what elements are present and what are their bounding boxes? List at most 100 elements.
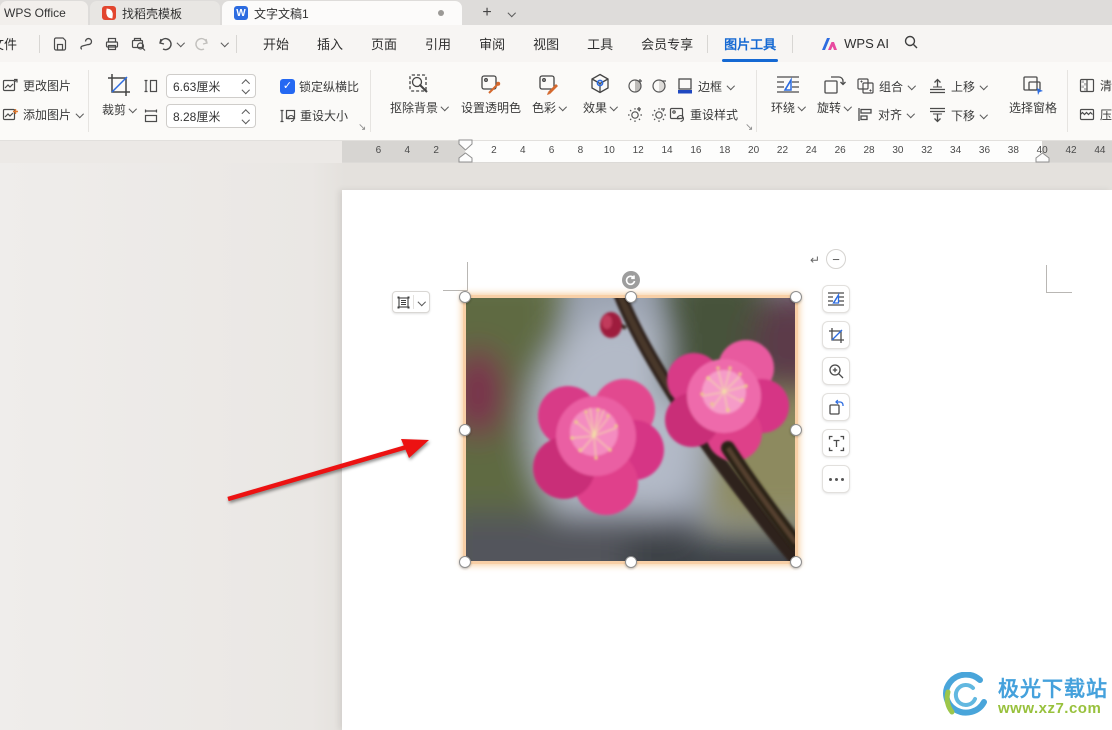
remove-background-button[interactable]: 抠除背景: [383, 72, 455, 116]
print-icon[interactable]: [104, 36, 120, 52]
crop-chevron[interactable]: [128, 106, 136, 114]
wrap-label: 环绕: [770, 101, 795, 115]
menu-tools[interactable]: 工具: [587, 34, 613, 53]
width-input[interactable]: 8.28厘米: [166, 104, 256, 128]
move-up-button[interactable]: 上移: [928, 77, 987, 95]
menu-membership[interactable]: 会员专享: [641, 34, 693, 53]
increase-brightness-icon[interactable]: [626, 105, 644, 126]
resize-handle-middle-right[interactable]: [790, 423, 802, 436]
resize-handle-top-left[interactable]: [459, 291, 471, 303]
rotate-quick-button[interactable]: [822, 393, 850, 421]
export-pdf-icon[interactable]: [78, 36, 94, 52]
move-down-button[interactable]: 下移: [928, 106, 987, 124]
height-input[interactable]: 6.63厘米: [166, 74, 256, 98]
height-step-up[interactable]: [241, 78, 249, 86]
rotate-button[interactable]: 旋转: [812, 74, 856, 116]
menu-picture-tools-active[interactable]: 图片工具: [722, 25, 779, 62]
move-up-chevron[interactable]: [979, 82, 987, 90]
print-preview-icon[interactable]: [130, 36, 147, 52]
reset-size-button[interactable]: 重设大小: [279, 107, 348, 124]
undo-button[interactable]: [157, 36, 184, 52]
set-transparent-color-button[interactable]: 设置透明色: [455, 72, 527, 116]
menu-file[interactable]: 文件: [0, 34, 31, 53]
more-options-button[interactable]: [822, 465, 850, 493]
style-dialog-launcher[interactable]: ↘: [745, 122, 753, 133]
zoom-quick-button[interactable]: [822, 357, 850, 385]
rotate-label: 旋转: [816, 101, 841, 115]
align-button[interactable]: 对齐: [856, 106, 914, 123]
move-down-chevron[interactable]: [979, 111, 987, 119]
resize-handle-middle-left[interactable]: [459, 423, 471, 436]
first-line-indent-marker[interactable]: [458, 139, 473, 151]
tab-docer-templates[interactable]: 找稻壳模板: [90, 1, 220, 25]
crop-button[interactable]: 裁剪: [98, 72, 140, 118]
search-icon[interactable]: [903, 34, 919, 53]
document-canvas: ↵ −: [0, 163, 1112, 730]
menu-insert[interactable]: 插入: [317, 34, 343, 53]
undo-chevron[interactable]: [176, 40, 184, 48]
resize-handle-top-right[interactable]: [790, 291, 802, 303]
wps-ai-button[interactable]: WPS AI: [821, 36, 889, 51]
resize-handle-bottom-right[interactable]: [790, 556, 802, 568]
height-step-down[interactable]: [241, 87, 249, 95]
decrease-brightness-icon[interactable]: [650, 105, 668, 126]
color-chevron[interactable]: [558, 104, 566, 112]
menu-home[interactable]: 开始: [263, 34, 289, 53]
menu-view[interactable]: 视图: [533, 34, 559, 53]
ruler-number: 8: [577, 145, 584, 156]
checkbox-checked-icon[interactable]: ✓: [280, 79, 295, 94]
new-tab-button[interactable]: +: [474, 1, 500, 25]
wrap-chevron[interactable]: [797, 104, 805, 112]
resize-handle-bottom-center[interactable]: [624, 556, 637, 568]
group-label: 组合: [879, 79, 904, 94]
color-button[interactable]: 色彩: [526, 72, 572, 116]
decrease-contrast-icon[interactable]: [650, 77, 668, 98]
effects-button[interactable]: 效果: [576, 72, 624, 116]
menu-page[interactable]: 页面: [371, 34, 397, 53]
compress-button-partial[interactable]: 压: [1078, 106, 1112, 123]
lock-aspect-ratio-checkbox[interactable]: ✓ 锁定纵横比: [280, 78, 359, 95]
save-icon[interactable]: [52, 36, 68, 52]
reset-style-button[interactable]: 重设样式: [668, 106, 738, 123]
increase-contrast-icon[interactable]: [626, 77, 644, 98]
group-button[interactable]: 组合: [856, 77, 915, 95]
resize-handle-top-center[interactable]: [624, 291, 637, 303]
wrap-text-quick-button[interactable]: [822, 285, 850, 313]
selected-picture[interactable]: [459, 271, 802, 568]
rotate-chevron[interactable]: [843, 104, 851, 112]
size-dialog-launcher[interactable]: ↘: [358, 122, 366, 133]
clear-button-partial[interactable]: 清: [1078, 77, 1112, 94]
menu-review[interactable]: 审阅: [479, 34, 505, 53]
effects-chevron[interactable]: [609, 104, 617, 112]
tab-wps-office[interactable]: WPS Office: [0, 1, 88, 25]
caption-quick-button[interactable]: [822, 429, 850, 457]
tab-document[interactable]: W 文字文稿1: [222, 1, 462, 25]
qat-customize-chevron[interactable]: [220, 40, 228, 48]
border-chevron[interactable]: [726, 82, 734, 90]
group-chevron[interactable]: [907, 82, 915, 90]
add-picture-button[interactable]: 添加图片: [2, 106, 83, 123]
width-step-down[interactable]: [241, 117, 249, 125]
divider: [792, 34, 794, 53]
layout-options-chevron[interactable]: [418, 298, 426, 306]
border-button[interactable]: 边框: [676, 77, 734, 95]
redo-button[interactable]: [194, 36, 210, 52]
resize-handle-bottom-left[interactable]: [459, 556, 471, 568]
rotate-handle[interactable]: [621, 271, 640, 289]
rotate-quick-icon: [828, 399, 844, 415]
collapse-toolbar-button[interactable]: −: [826, 249, 846, 269]
width-step-up[interactable]: [241, 108, 249, 116]
change-picture-button[interactable]: 更改图片: [2, 77, 71, 94]
selection-pane-button[interactable]: 选择窗格: [1002, 74, 1064, 116]
tab-list-chevron[interactable]: [500, 1, 522, 25]
color-label: 色彩: [531, 101, 556, 115]
crop-quick-button[interactable]: [822, 321, 850, 349]
rotate-icon: [824, 76, 846, 94]
align-chevron[interactable]: [906, 111, 914, 119]
remove-background-icon: [409, 74, 428, 93]
menu-reference[interactable]: 引用: [425, 34, 451, 53]
remove-background-chevron[interactable]: [440, 104, 448, 112]
add-picture-chevron[interactable]: [75, 111, 83, 119]
layout-options-button[interactable]: [392, 291, 430, 313]
wrap-button[interactable]: 环绕: [766, 74, 810, 116]
